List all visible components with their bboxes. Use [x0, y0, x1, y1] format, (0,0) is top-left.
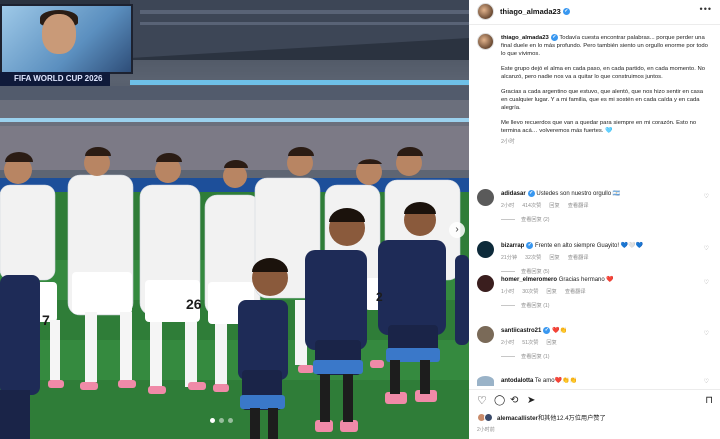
translate-button[interactable]: 查看翻译: [565, 288, 586, 295]
comment-text: ❤️👏: [552, 328, 567, 335]
commenter-username[interactable]: antodalotta: [501, 378, 533, 384]
comment-item: adidasar ✓ Ustedes son nuestro orgullo 🇦🇷…: [477, 189, 713, 229]
post-panel: thiago_almada23 ✓ ••• thiago_almada23 ✓ To…: [469, 0, 720, 439]
scoreboard-banner: FIFA WORLD CUP 2026: [0, 72, 110, 86]
commenter-avatar[interactable]: [477, 241, 494, 258]
carousel-dot: [210, 418, 215, 423]
jersey-number: 26: [186, 296, 202, 312]
commenter-username[interactable]: bizarrap ✓: [501, 242, 534, 249]
carousel-dot: [228, 418, 233, 423]
comment-likes[interactable]: 32次赞: [525, 254, 541, 261]
view-replies-button[interactable]: 查看回复 (1): [501, 353, 550, 360]
commenter-username[interactable]: adidasar ✓: [501, 190, 535, 197]
comment-likes[interactable]: 414次赞: [522, 202, 541, 209]
bookmark-icon[interactable]: ⊓: [705, 394, 713, 408]
comment-item: antodalotta Te amo❤️👏👏 ♡: [477, 376, 713, 388]
comment-likes[interactable]: 30次赞: [522, 288, 538, 295]
caption-avatar[interactable]: [477, 33, 494, 50]
repost-icon[interactable]: ⟲: [510, 394, 518, 408]
like-heart-icon[interactable]: ♡: [477, 394, 487, 408]
actions-divider: [469, 389, 720, 390]
like-comment-heart-icon[interactable]: ♡: [704, 193, 709, 200]
comment-text: Frente en alto siempre Guayito! 💙🤍💙: [535, 243, 644, 250]
caption-timestamp: 2小时: [501, 139, 515, 146]
translate-button[interactable]: 查看翻译: [568, 202, 589, 209]
more-options-icon[interactable]: •••: [700, 4, 712, 14]
carousel-indicator: [210, 418, 233, 423]
verified-badge-icon: ✓: [543, 327, 551, 334]
translate-button[interactable]: 查看翻译: [568, 254, 589, 261]
caption-paragraph: Me llevo recuerdos que van a quedar para…: [501, 120, 697, 135]
verified-badge-icon: ✓: [526, 242, 534, 249]
jersey-number: 2: [376, 290, 383, 304]
view-replies-button[interactable]: 查看回复 (5): [501, 268, 550, 275]
like-comment-heart-icon[interactable]: ♡: [704, 279, 709, 286]
caption-username[interactable]: thiago_almada23 ✓: [501, 34, 558, 41]
like-comment-heart-icon[interactable]: ♡: [704, 245, 709, 252]
commenter-username[interactable]: santiicastro21 ✓: [501, 327, 551, 334]
liker-avatar: [484, 413, 493, 422]
caption-paragraph: Gracias a cada argentino que estuvo, que…: [501, 89, 704, 112]
like-comment-heart-icon[interactable]: ♡: [704, 330, 709, 337]
liked-by-username[interactable]: alemacallister: [497, 415, 538, 422]
stadium-screen: [0, 4, 133, 74]
reply-button[interactable]: 回复: [546, 339, 556, 346]
comment-text: Ustedes son nuestro orgullo 🇦🇷: [536, 191, 621, 198]
commenter-avatar[interactable]: [477, 189, 494, 206]
comment-time: 1小时: [501, 289, 515, 295]
reply-button[interactable]: 回复: [549, 254, 559, 261]
comment-time: 2小时: [501, 340, 515, 346]
comment-text: Gracias hermano ❤️: [558, 277, 614, 283]
like-comment-heart-icon[interactable]: ♡: [704, 378, 709, 385]
comment-item: santiicastro21 ✓ ❤️👏 2小时 51次赞 回复 ♡ 查看回复 (…: [477, 326, 713, 366]
reply-button[interactable]: 回复: [546, 288, 556, 295]
post-timestamp: 2小时前: [477, 427, 495, 433]
comment-time: 21分钟: [501, 255, 518, 261]
comment-time: 2小时: [501, 203, 515, 209]
liked-by-text: 和其他12.4万位用户赞了: [537, 415, 606, 422]
author-avatar[interactable]: [477, 2, 494, 20]
commenter-username[interactable]: homer_elmeromero: [501, 277, 557, 283]
comment-likes[interactable]: 51次赞: [522, 339, 538, 346]
view-replies-button[interactable]: 查看回复 (1): [501, 302, 550, 309]
caption-paragraph: Este grupo dejó el alma en cada paso, en…: [501, 66, 706, 81]
verified-badge-icon: ✓: [550, 34, 558, 41]
post-photo[interactable]: 7 26 2 FIFA WORLD CUP 2026 ›: [0, 0, 469, 439]
commenter-avatar[interactable]: [477, 326, 494, 343]
verified-badge-icon: ✓: [562, 8, 570, 16]
share-send-icon[interactable]: ➤: [527, 394, 535, 408]
header-divider: [469, 24, 720, 25]
carousel-next-button[interactable]: ›: [449, 222, 465, 238]
comment-bubble-icon[interactable]: ◯: [494, 394, 505, 408]
commenter-avatar[interactable]: [477, 376, 494, 386]
liked-by[interactable]: alemacallister和其他12.4万位用户赞了: [477, 413, 606, 422]
action-bar: ♡ ◯ ⟲ ➤ ⊓: [477, 394, 713, 408]
view-replies-button[interactable]: 查看回复 (2): [501, 216, 550, 223]
comment-item: homer_elmeromero Gracias hermano ❤️ 1小时 …: [477, 275, 713, 315]
reply-button[interactable]: 回复: [549, 202, 559, 209]
verified-badge-icon: ✓: [527, 190, 535, 197]
comment-text: Te amo❤️👏👏: [534, 378, 577, 384]
jersey-number: 7: [42, 312, 50, 328]
carousel-dot: [219, 418, 224, 423]
post-header: thiago_almada23 ✓: [477, 2, 570, 20]
author-username[interactable]: thiago_almada23 ✓: [500, 7, 570, 16]
commenter-avatar[interactable]: [477, 275, 494, 292]
